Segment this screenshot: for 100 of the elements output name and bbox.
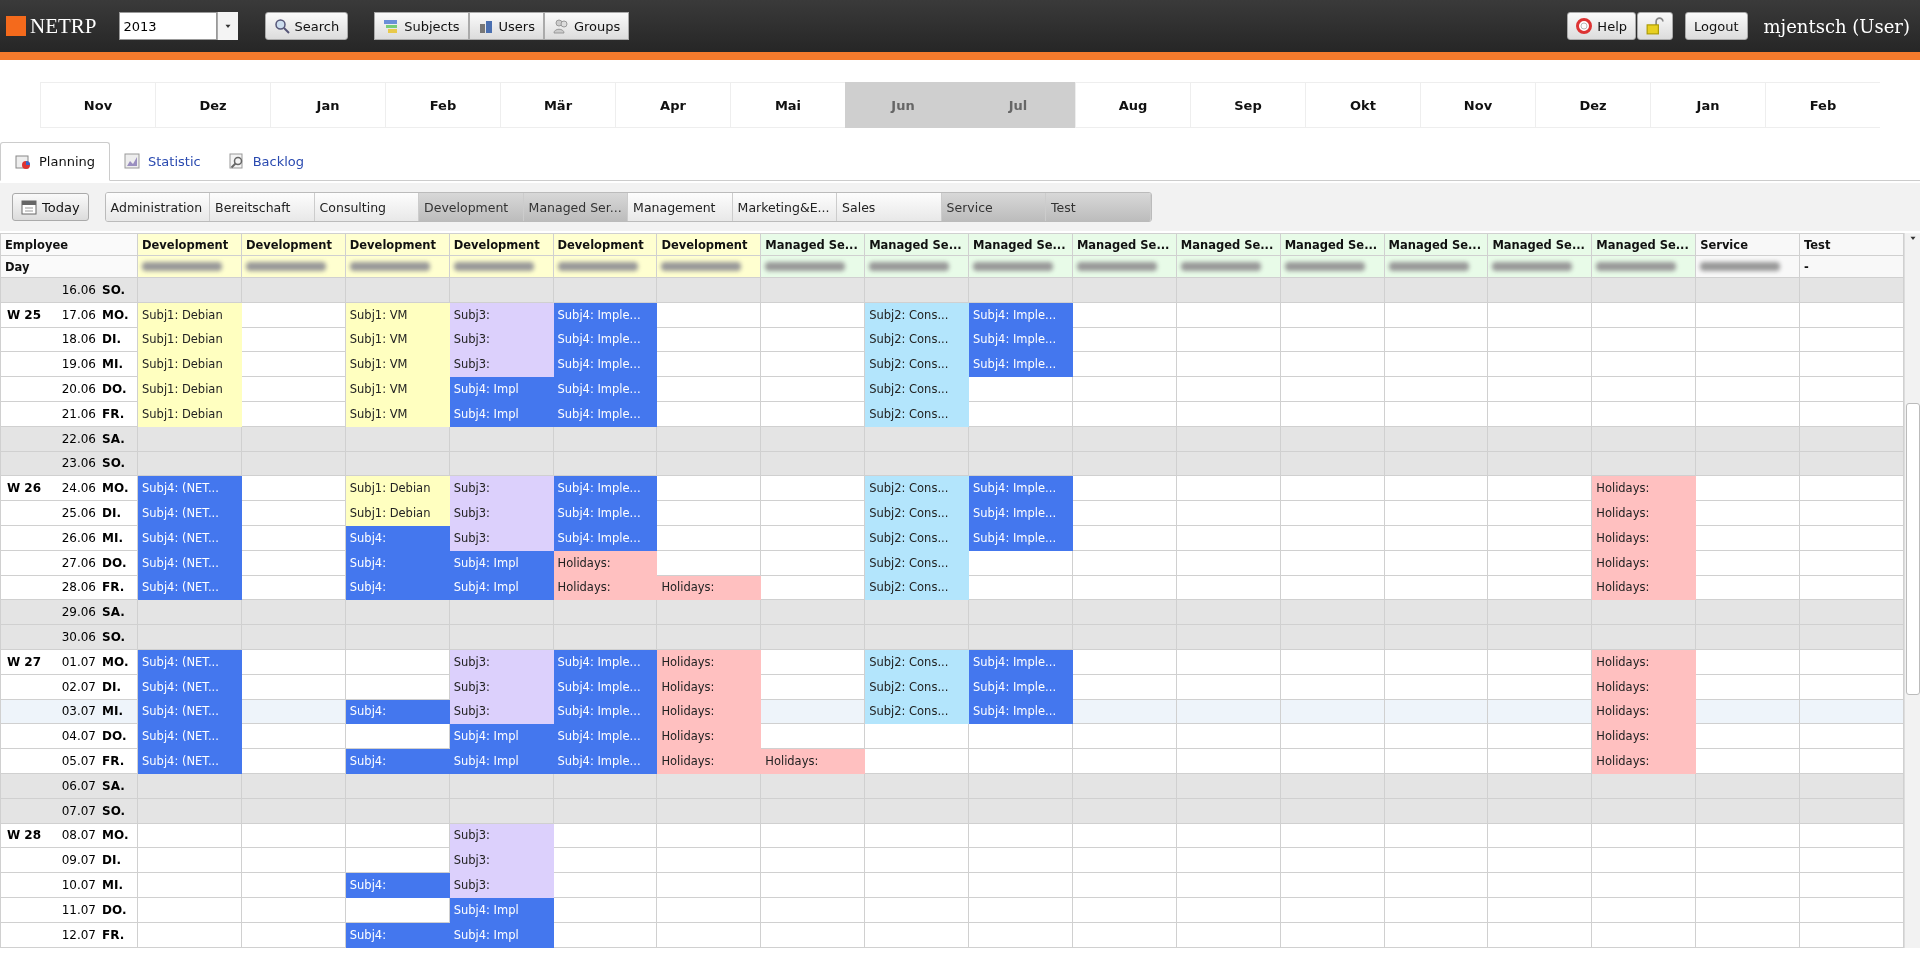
group-filter-button[interactable]: Test — [1046, 193, 1151, 221]
planning-entry[interactable]: Subj4: Imple... — [553, 500, 657, 526]
planning-entry[interactable]: Subj4: Imple... — [968, 327, 1073, 352]
planning-entry[interactable]: Subj3: — [449, 475, 553, 501]
planning-entry[interactable]: Holidays: — [1591, 674, 1696, 700]
planning-entry[interactable]: Holidays: — [553, 550, 657, 576]
planning-entry[interactable]: Subj4: Impl — [449, 922, 553, 947]
planning-entry[interactable]: Subj1: Debian — [137, 401, 242, 427]
view-tab[interactable]: Backlog — [214, 142, 319, 180]
group-filter-button[interactable]: Development — [419, 193, 524, 221]
planning-entry[interactable]: Holidays: — [1591, 475, 1696, 501]
month-tab[interactable]: Feb — [1765, 82, 1880, 128]
planning-entry[interactable]: Subj4: — [345, 748, 450, 774]
planning-entry[interactable]: Subj1: VM — [345, 401, 450, 427]
planning-entry[interactable]: Subj3: — [449, 847, 553, 873]
planning-entry[interactable]: Subj3: — [449, 327, 553, 352]
planning-entry[interactable]: Subj4: — [345, 550, 450, 576]
planning-entry[interactable]: Holidays: — [1591, 575, 1696, 600]
planning-entry[interactable]: Subj3: — [449, 351, 553, 377]
planning-entry[interactable]: Subj4: — [345, 575, 450, 600]
planning-entry[interactable]: Subj2: Cons... — [864, 550, 969, 576]
search-button[interactable]: Search — [264, 12, 349, 40]
month-tab[interactable]: Aug — [1075, 82, 1190, 128]
planning-entry[interactable]: Holidays: — [656, 748, 761, 774]
month-tab[interactable]: Jun — [845, 82, 960, 128]
group-filter-button[interactable]: Management — [628, 193, 733, 221]
month-tab[interactable]: Dez — [1535, 82, 1650, 128]
planning-entry[interactable]: Subj4: Imple... — [968, 649, 1073, 675]
planning-entry[interactable]: Subj2: Cons... — [864, 575, 969, 600]
planning-entry[interactable]: Holidays: — [1591, 550, 1696, 576]
planning-entry[interactable]: Subj4: Imple... — [968, 351, 1073, 377]
planning-entry[interactable]: Subj1: Debian — [137, 327, 242, 352]
month-tab[interactable]: Nov — [40, 82, 155, 128]
planning-entry[interactable]: Holidays: — [553, 575, 657, 600]
planning-entry[interactable]: Subj4: (NET... — [137, 699, 242, 724]
planning-entry[interactable]: Subj4: Imple... — [968, 674, 1073, 700]
month-tab[interactable]: Mai — [730, 82, 845, 128]
planning-entry[interactable]: Subj4: (NET... — [137, 525, 242, 551]
planning-entry[interactable]: Subj4: Imple... — [553, 699, 657, 724]
month-tab[interactable]: Apr — [615, 82, 730, 128]
planning-entry[interactable]: Subj1: Debian — [137, 351, 242, 377]
planning-entry[interactable]: Subj4: (NET... — [137, 500, 242, 526]
planning-entry[interactable]: Subj4: — [345, 872, 450, 898]
planning-entry[interactable]: Subj1: VM — [345, 302, 450, 328]
planning-entry[interactable]: Subj2: Cons... — [864, 525, 969, 551]
month-tab[interactable]: Mär — [500, 82, 615, 128]
group-filter-button[interactable]: Managed Ser... — [523, 193, 629, 221]
planning-entry[interactable]: Subj4: Imple... — [968, 475, 1073, 501]
planning-entry[interactable]: Holidays: — [656, 723, 761, 749]
planning-entry[interactable]: Subj1: Debian — [345, 475, 450, 501]
nav-button[interactable]: Users — [468, 12, 544, 40]
dropdown-button[interactable] — [216, 12, 238, 40]
planning-entry[interactable]: Subj1: VM — [345, 327, 450, 352]
planning-entry[interactable]: Subj1: Debian — [137, 302, 242, 328]
planning-entry[interactable]: Subj4: Imple... — [553, 401, 657, 427]
planning-entry[interactable]: Subj3: — [449, 500, 553, 526]
planning-entry[interactable]: Subj4: (NET... — [137, 475, 242, 501]
planning-entry[interactable]: Subj3: — [449, 872, 553, 898]
planning-entry[interactable]: Subj4: Impl — [449, 401, 553, 427]
planning-entry[interactable]: Subj4: Impl — [449, 748, 553, 774]
planning-entry[interactable]: Subj4: Imple... — [553, 475, 657, 501]
group-filter-button[interactable]: Bereitschaft — [210, 193, 315, 221]
planning-entry[interactable]: Subj4: Impl — [449, 897, 553, 923]
planning-entry[interactable]: Subj3: — [449, 823, 553, 848]
planning-entry[interactable]: Holidays: — [656, 649, 761, 675]
planning-entry[interactable]: Holidays: — [1591, 649, 1696, 675]
group-filter-button[interactable]: Administration — [105, 193, 211, 221]
planning-entry[interactable]: Subj4: Imple... — [553, 351, 657, 377]
planning-entry[interactable]: Subj4: Imple... — [553, 674, 657, 700]
view-tab[interactable]: Statistic — [110, 142, 215, 180]
planning-entry[interactable]: Subj4: Impl — [449, 376, 553, 402]
group-filter-button[interactable]: Sales — [837, 193, 942, 221]
planning-entry[interactable]: Holidays: — [1591, 748, 1696, 774]
planning-entry[interactable]: Subj2: Cons... — [864, 699, 969, 724]
planning-entry[interactable]: Subj3: — [449, 525, 553, 551]
planning-entry[interactable]: Holidays: — [656, 674, 761, 700]
planning-entry[interactable]: Subj4: Imple... — [968, 500, 1073, 526]
planning-entry[interactable]: Subj3: — [449, 649, 553, 675]
lock-button[interactable] — [1637, 12, 1673, 40]
nav-button[interactable]: Groups — [543, 12, 630, 40]
planning-entry[interactable]: Subj4: Imple... — [553, 376, 657, 402]
planning-entry[interactable]: Subj4: — [345, 922, 450, 947]
planning-entry[interactable]: Holidays: — [1591, 699, 1696, 724]
planning-entry[interactable]: Subj4: Imple... — [968, 302, 1073, 328]
planning-entry[interactable]: Subj4: (NET... — [137, 674, 242, 700]
scrollbar[interactable] — [1904, 233, 1920, 948]
group-filter-button[interactable]: Consulting — [314, 193, 420, 221]
planning-entry[interactable]: Subj4: Imple... — [553, 525, 657, 551]
planning-entry[interactable]: Subj3: — [449, 674, 553, 700]
planning-entry[interactable]: Subj3: — [449, 699, 553, 724]
planning-entry[interactable]: Subj2: Cons... — [864, 327, 969, 352]
planning-entry[interactable]: Subj1: Debian — [137, 376, 242, 402]
planning-entry[interactable]: Holidays: — [1591, 723, 1696, 749]
planning-entry[interactable]: Subj4: (NET... — [137, 748, 242, 774]
planning-entry[interactable]: Subj4: Imple... — [553, 748, 657, 774]
today-button[interactable]: Today — [12, 193, 89, 221]
planning-entry[interactable]: Subj4: Imple... — [553, 302, 657, 328]
planning-entry[interactable]: Holidays: — [1591, 525, 1696, 551]
view-tab[interactable]: Planning — [0, 142, 110, 181]
planning-entry[interactable]: Subj4: Imple... — [553, 649, 657, 675]
